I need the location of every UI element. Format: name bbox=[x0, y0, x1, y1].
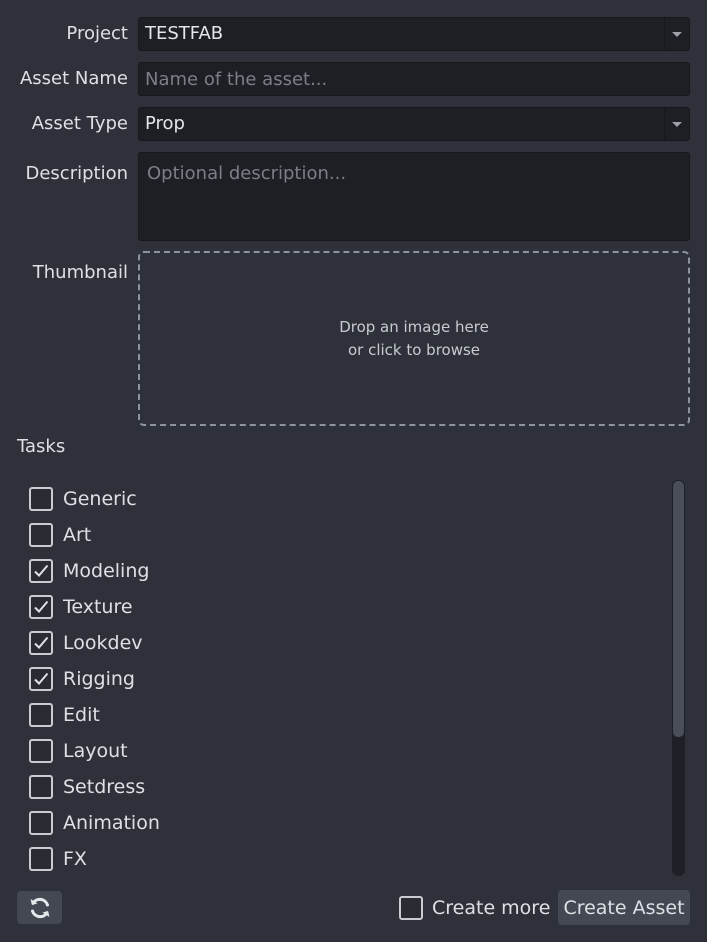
task-checkbox[interactable] bbox=[29, 487, 53, 511]
chevron-down-icon bbox=[672, 32, 682, 37]
task-label: Rigging bbox=[63, 668, 135, 690]
task-item-lookdev[interactable]: Lookdev bbox=[29, 628, 143, 658]
task-item-setdress[interactable]: Setdress bbox=[29, 772, 145, 802]
project-combobox[interactable]: TESTFAB bbox=[138, 17, 690, 51]
task-item-fx[interactable]: FX bbox=[29, 844, 87, 874]
task-label: Animation bbox=[63, 812, 160, 834]
task-item-rigging[interactable]: Rigging bbox=[29, 664, 135, 694]
task-checkbox[interactable] bbox=[29, 631, 53, 655]
refresh-icon bbox=[30, 897, 49, 918]
task-list: Generic Art Modeling Texture Lookdev Rig… bbox=[17, 474, 689, 878]
project-value: TESTFAB bbox=[145, 23, 224, 44]
task-checkbox[interactable] bbox=[29, 703, 53, 727]
task-list-scrollbar[interactable] bbox=[672, 480, 685, 876]
scrollbar-thumb[interactable] bbox=[673, 481, 684, 737]
create-asset-button[interactable]: Create Asset bbox=[558, 890, 690, 925]
task-item-animation[interactable]: Animation bbox=[29, 808, 160, 838]
task-item-texture[interactable]: Texture bbox=[29, 592, 133, 622]
description-textarea[interactable] bbox=[138, 152, 690, 241]
task-label: Modeling bbox=[63, 560, 150, 582]
dropzone-text-line2: or click to browse bbox=[347, 340, 481, 359]
create-more-checkbox[interactable] bbox=[399, 896, 423, 920]
task-label: Lookdev bbox=[63, 632, 143, 654]
task-item-edit[interactable]: Edit bbox=[29, 700, 100, 730]
task-item-modeling[interactable]: Modeling bbox=[29, 556, 149, 586]
checkmark-icon bbox=[34, 600, 49, 613]
task-checkbox[interactable] bbox=[29, 847, 53, 871]
refresh-button[interactable] bbox=[17, 891, 62, 924]
asset-name-input[interactable] bbox=[138, 62, 690, 96]
project-label: Project bbox=[66, 23, 128, 44]
task-label: FX bbox=[63, 848, 87, 870]
chevron-down-icon bbox=[672, 122, 682, 127]
thumbnail-label: Thumbnail bbox=[32, 262, 128, 283]
checkmark-icon bbox=[34, 672, 49, 685]
task-label: Setdress bbox=[63, 776, 146, 798]
task-label: Texture bbox=[63, 596, 133, 618]
checkmark-icon bbox=[34, 636, 49, 649]
task-item-art[interactable]: Art bbox=[29, 520, 91, 550]
task-label: Generic bbox=[63, 488, 137, 510]
create-more-toggle[interactable]: Create more bbox=[399, 895, 550, 921]
task-label: Edit bbox=[63, 704, 100, 726]
asset-name-label: Asset Name bbox=[19, 68, 128, 89]
project-dropdown-button[interactable] bbox=[664, 18, 689, 50]
asset-type-dropdown-button[interactable] bbox=[664, 108, 689, 140]
tasks-title: Tasks bbox=[17, 436, 66, 457]
create-more-label: Create more bbox=[432, 897, 551, 919]
asset-type-value: Prop bbox=[145, 113, 185, 134]
task-label: Layout bbox=[63, 740, 128, 762]
checkmark-icon bbox=[34, 564, 49, 577]
task-checkbox[interactable] bbox=[29, 739, 53, 763]
task-checkbox[interactable] bbox=[29, 523, 53, 547]
description-label: Description bbox=[25, 163, 128, 184]
task-item-generic[interactable]: Generic bbox=[29, 484, 137, 514]
task-label: Art bbox=[63, 524, 92, 546]
task-checkbox[interactable] bbox=[29, 595, 53, 619]
thumbnail-dropzone[interactable]: Drop an image here or click to browse bbox=[138, 251, 690, 426]
dropzone-text-line1: Drop an image here bbox=[339, 317, 489, 336]
task-checkbox[interactable] bbox=[29, 775, 53, 799]
asset-type-label: Asset Type bbox=[31, 113, 128, 134]
task-checkbox[interactable] bbox=[29, 667, 53, 691]
asset-type-combobox[interactable]: Prop bbox=[138, 107, 690, 141]
task-checkbox[interactable] bbox=[29, 811, 53, 835]
task-checkbox[interactable] bbox=[29, 559, 53, 583]
create-asset-dialog: Project TESTFAB Asset Name Asset Type Pr… bbox=[0, 0, 707, 942]
task-item-layout[interactable]: Layout bbox=[29, 736, 128, 766]
